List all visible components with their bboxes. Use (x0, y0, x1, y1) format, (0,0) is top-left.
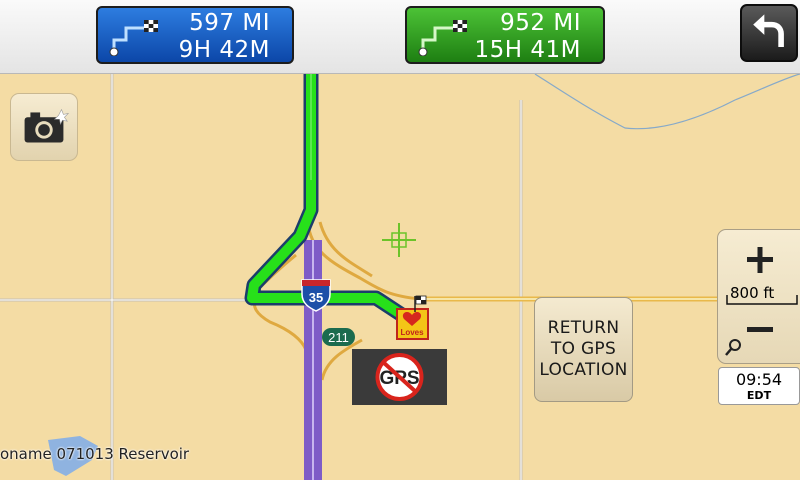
magnifier-icon[interactable] (724, 338, 742, 358)
poi-loves-icon: Loves (396, 308, 429, 340)
map-scale: 800 ft (726, 285, 800, 311)
no-gps-indicator: GPS (352, 349, 447, 405)
interstate-35 (304, 240, 322, 480)
clock-timezone: EDT (746, 389, 772, 402)
route-option-1-button[interactable]: 597 MI 9H 42M (96, 6, 294, 64)
return-line-2: TO GPS (550, 339, 617, 359)
exit-badge: 211 (322, 328, 355, 346)
interstate-shield-number: 35 (309, 290, 323, 305)
return-to-gps-label: RETURN TO GPS LOCATION (539, 318, 627, 381)
back-arrow-icon (753, 14, 784, 47)
return-to-gps-button[interactable]: RETURN TO GPS LOCATION (534, 297, 633, 402)
exit-number: 211 (328, 330, 349, 345)
reservoir-label: oname 071013 Reservoir (0, 445, 190, 463)
return-line-3: LOCATION (539, 360, 628, 380)
zoom-panel: 800 ft (717, 229, 800, 364)
route-flag-icon (109, 20, 158, 56)
route-flag-icon (418, 20, 467, 56)
camera-button[interactable] (10, 93, 78, 161)
no-gps-icon: GPS (375, 353, 424, 401)
back-button[interactable] (740, 4, 798, 62)
top-bar: 597 MI 9H 42M 952 MI 15H 41M (0, 0, 800, 74)
route-2-distance: 952 MI (500, 10, 581, 36)
poi-brand: Loves (400, 328, 424, 337)
zoom-in-button[interactable] (740, 240, 780, 280)
clock-time: 09:54 (735, 370, 783, 389)
route-1-time: 9H 42M (178, 37, 270, 63)
route-option-2-button[interactable]: 952 MI 15H 41M (405, 6, 605, 64)
route-1-distance: 597 MI (189, 10, 270, 36)
return-line-1: RETURN (547, 318, 620, 338)
route-2-time: 15H 41M (474, 37, 581, 63)
camera-icon (24, 108, 70, 143)
scale-label: 800 ft (730, 284, 775, 302)
clock-display: 09:54 EDT (718, 367, 800, 405)
zoom-out-button[interactable] (740, 316, 780, 344)
